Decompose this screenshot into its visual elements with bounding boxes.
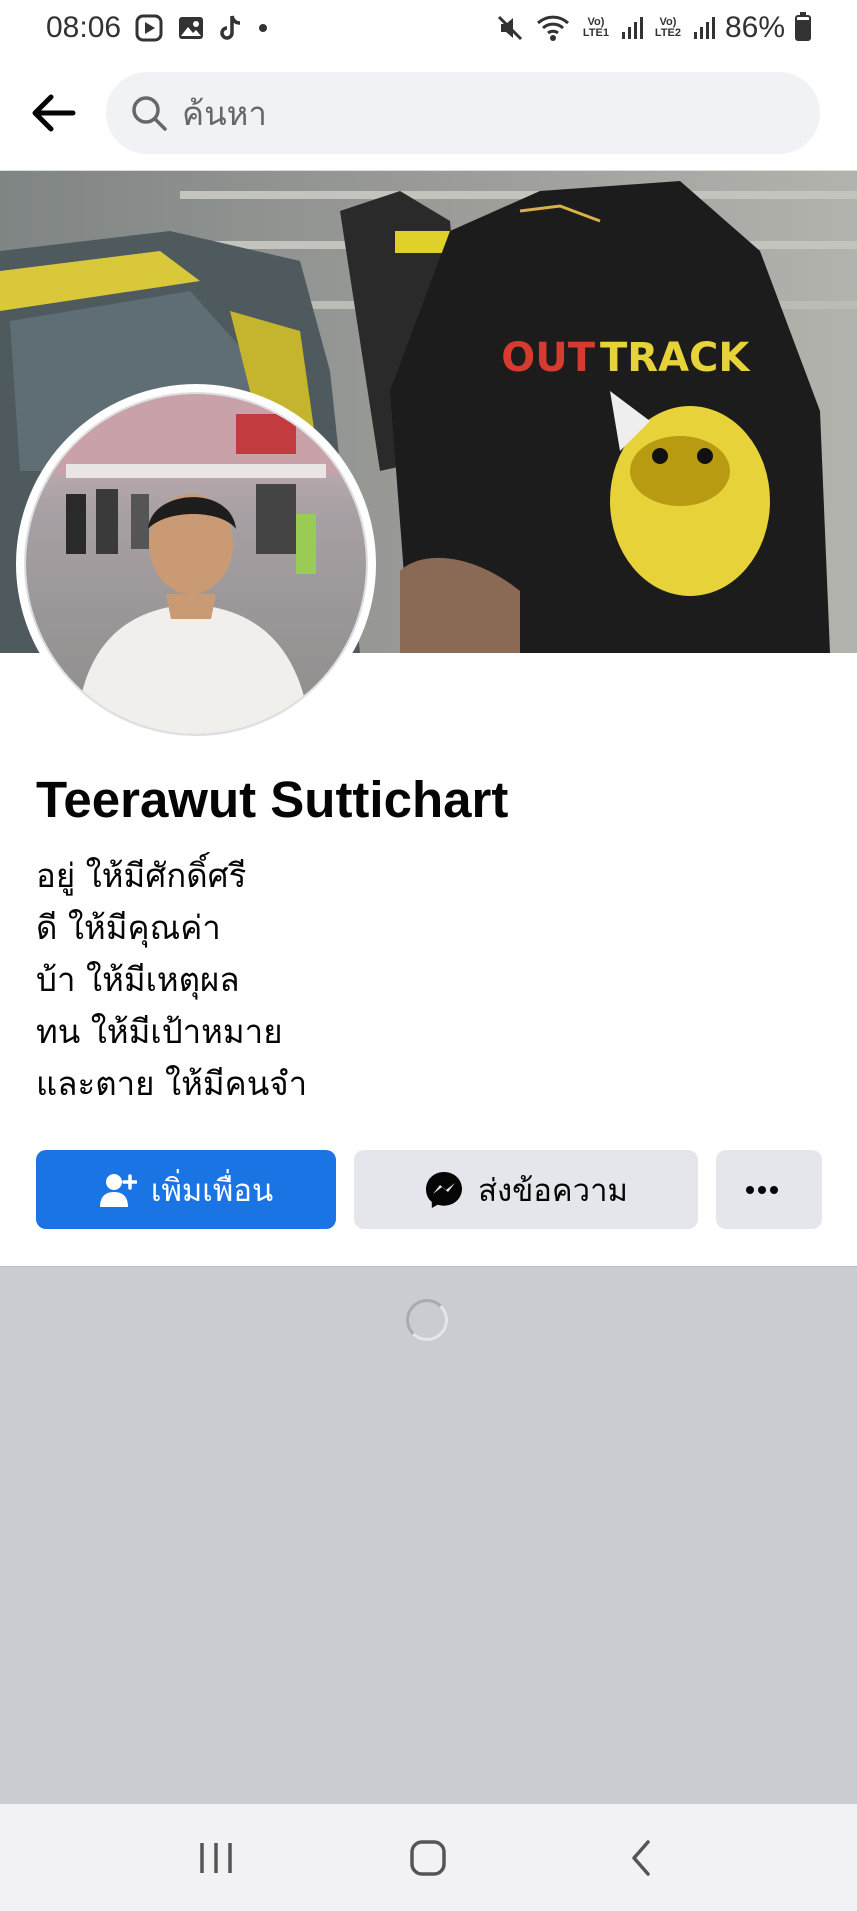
- tiktok-icon: [219, 14, 243, 42]
- search-header: [0, 56, 857, 171]
- add-friend-button[interactable]: เพิ่มเพื่อน: [36, 1150, 336, 1229]
- bio-line: อยู่ ให้มีศักดิ์ศรี: [36, 856, 247, 895]
- lte2-label: Vo) LTE2: [654, 16, 681, 39]
- add-friend-icon: [99, 1173, 137, 1207]
- content-loading-area: [0, 1266, 857, 1804]
- profile-screen: 08:06 Vo) LTE1 Vo) LTE2 86% ค้นหา TRACK …: [0, 0, 857, 1911]
- profile-bio: อยู่ ให้มีศักดิ์ศรี ดี ให้มีคุณค่า บ้า ใ…: [36, 850, 816, 1110]
- battery-percent: 86%: [724, 11, 785, 44]
- recent-apps-icon: [200, 1842, 232, 1873]
- profile-picture[interactable]: [16, 384, 376, 744]
- more-button[interactable]: [716, 1150, 822, 1229]
- message-button[interactable]: ส่งข้อความ: [354, 1150, 698, 1229]
- recent-apps-button[interactable]: [156, 1813, 276, 1903]
- play-store-icon: [135, 14, 163, 42]
- mute-icon: [495, 13, 525, 43]
- loading-spinner-icon: [406, 1299, 448, 1341]
- dot-icon: [257, 22, 269, 34]
- profile-actions: เพิ่มเพื่อน ส่งข้อความ: [36, 1150, 822, 1229]
- avatar: [24, 392, 368, 736]
- messenger-icon: [426, 1171, 463, 1208]
- add-friend-label: เพิ่มเพื่อน: [150, 1172, 274, 1209]
- more-icon: [746, 1185, 778, 1194]
- status-bar: 08:06 Vo) LTE1 Vo) LTE2 86%: [0, 0, 857, 56]
- search-input[interactable]: [182, 93, 722, 133]
- signal-icon: [621, 16, 643, 40]
- search-icon: [132, 96, 167, 131]
- system-nav-bar: [0, 1804, 857, 1911]
- status-time: 08:06: [46, 11, 122, 44]
- back-arrow-icon: [32, 94, 76, 132]
- home-icon: [410, 1839, 447, 1876]
- lte1-label: Vo) LTE1: [582, 16, 609, 39]
- bio-line: และตาย ให้มีคนจำ: [36, 1064, 308, 1103]
- svg-text:OUT: OUT: [501, 335, 595, 381]
- bio-line: ดี ให้มีคุณค่า: [36, 908, 221, 947]
- message-label: ส่งข้อความ: [478, 1172, 628, 1209]
- bio-line: ทน ให้มีเป้าหมาย: [36, 1012, 283, 1051]
- back-button[interactable]: [0, 56, 106, 170]
- chevron-left-icon: [632, 1839, 650, 1876]
- battery-icon: [795, 12, 811, 41]
- search-bar[interactable]: [106, 72, 820, 154]
- svg-text:TRACK: TRACK: [600, 335, 751, 381]
- wifi-icon: [535, 13, 571, 43]
- home-button[interactable]: [368, 1813, 488, 1903]
- gallery-icon: [177, 14, 205, 42]
- bio-line: บ้า ให้มีเหตุผล: [36, 960, 240, 999]
- signal-icon: [693, 16, 715, 40]
- profile-name: Teerawut Suttichart: [36, 771, 509, 828]
- system-back-button[interactable]: [581, 1813, 701, 1903]
